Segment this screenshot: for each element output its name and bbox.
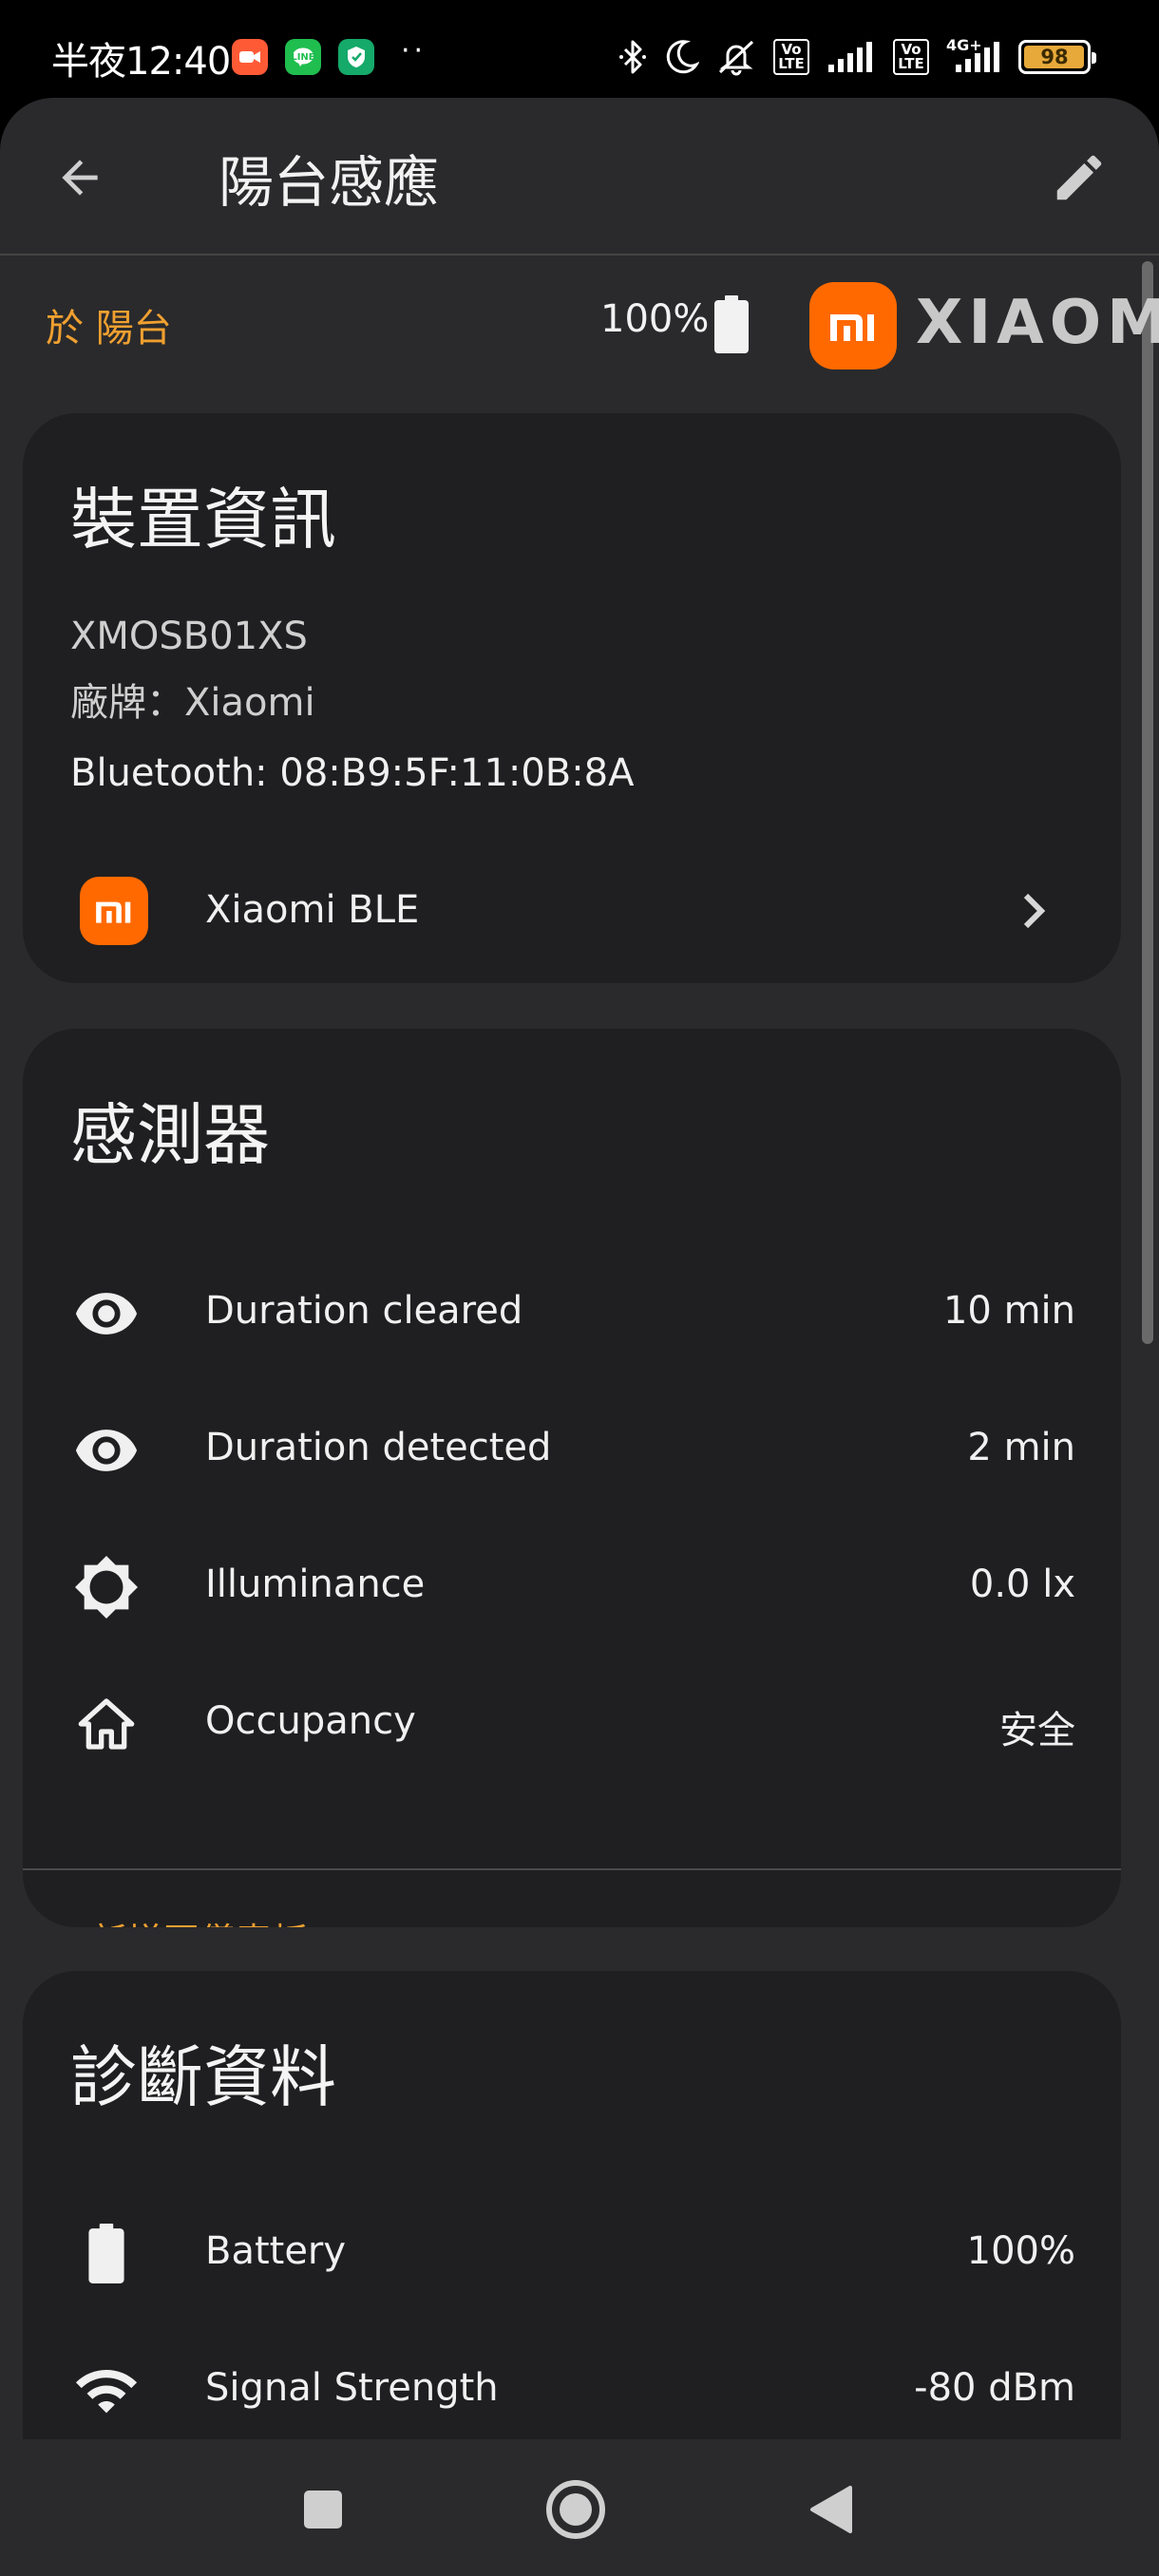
battery-percent: 98 [1040,46,1069,68]
eye-icon [70,1414,142,1487]
scrollbar[interactable] [1142,261,1153,1344]
device-battery-text: 100% [600,297,710,341]
entity-name: Signal Strength [205,2366,499,2410]
entity-name: Illuminance [205,1563,426,1606]
entity-value: 10 min [942,1289,1075,1333]
device-model: XMOSB01XS [70,615,308,658]
video-icon [232,39,268,75]
back-button[interactable] [794,2473,866,2546]
battery-icon [712,295,750,358]
more-notifications: ·· [401,34,428,67]
xiaomi-logo-icon [809,282,897,369]
brightness-icon [70,1551,142,1623]
navigation-bar [0,2439,1159,2576]
area-link[interactable]: 於 陽台 [46,297,172,352]
battery-indicator: 98 [1018,40,1096,74]
status-time: 半夜12:40 [51,40,231,84]
entity-value: 安全 [999,1709,1075,1752]
status-bar: 半夜12:40 LINE ·· Vo LTE Vo LTE 4G+ 98 [0,0,1159,104]
volte-badge: Vo LTE [773,39,809,75]
edit-button[interactable] [1041,140,1117,216]
pencil-icon [1056,155,1102,200]
chevron-right-icon [1011,884,1056,941]
back-button[interactable] [42,140,118,216]
entity-row[interactable]: Occupancy 安全 [23,1648,1121,1781]
moon-icon [665,38,699,76]
device-connection: Bluetooth: 08:B9:5F:11:0B:8A [70,751,635,795]
integration-link[interactable]: Xiaomi BLE [23,858,1121,972]
integration-label: Xiaomi BLE [205,888,420,932]
network-type: 4G+ [946,36,982,54]
arrow-left-icon [62,160,98,196]
entity-name: Occupancy [205,1699,416,1743]
brand-wordmark: XIAOMI [916,288,1159,358]
card-title: 裝置資訊 [70,481,336,559]
entity-name: Duration detected [205,1426,552,1469]
divider [23,1868,1121,1870]
battery-icon [70,2218,142,2290]
card-title: 診斷資料 [70,2038,336,2116]
entity-row[interactable]: Duration cleared 10 min [23,1238,1121,1371]
eye-icon [70,1278,142,1350]
svg-text:LINE: LINE [291,52,314,63]
entity-row[interactable]: Duration detected 2 min [23,1374,1121,1507]
shield-icon [338,39,374,75]
app-surface: 陽台感應 於 陽台 100% XIAOMI 裝置資訊 XMOSB01XS 廠牌：… [0,98,1159,2439]
triangle-back-icon [810,2486,852,2533]
diagnostics-card: 診斷資料 Battery 100% Signal Strength -80 dB… [23,1971,1121,2439]
sensors-card: 感測器 Duration cleared 10 min Duration det… [23,1029,1121,1927]
line-icon: LINE [285,39,321,75]
app-bar: 陽台感應 [0,98,1159,256]
volte-badge: Vo LTE [893,39,929,75]
entity-row[interactable]: Battery 100% [23,2178,1121,2311]
signal-icon [826,38,876,76]
square-icon [304,2491,342,2529]
page-title: 陽台感應 [218,150,440,215]
home-button[interactable] [540,2473,612,2546]
recents-button[interactable] [287,2473,359,2546]
bluetooth-icon [618,38,648,76]
home-icon [70,1688,142,1760]
entity-value: 2 min [967,1426,1075,1469]
device-info-card: 裝置資訊 XMOSB01XS 廠牌：Xiaomi Bluetooth: 08:B… [23,413,1121,983]
mi-logo-icon [80,877,148,945]
entity-name: Duration cleared [205,1289,523,1333]
device-manufacturer: 廠牌：Xiaomi [70,681,315,725]
entity-row[interactable]: Signal Strength -80 dBm [23,2315,1121,2439]
add-to-dashboard-button[interactable]: 新增至儀表板 [91,1912,308,1927]
entity-value: 0.0 lx [969,1563,1075,1606]
wifi-icon [70,2355,142,2427]
circle-icon [546,2480,605,2539]
device-meta-row: 於 陽台 100% XIAOMI [0,256,1159,388]
entity-row[interactable]: Illuminance 0.0 lx [23,1511,1121,1644]
entity-value: 100% [966,2229,1075,2273]
signal-icon: 4G+ [946,36,1001,76]
entity-name: Battery [205,2229,347,2273]
silent-icon [716,38,756,76]
entity-value: -80 dBm [914,2366,1075,2410]
card-title: 感測器 [70,1096,270,1174]
